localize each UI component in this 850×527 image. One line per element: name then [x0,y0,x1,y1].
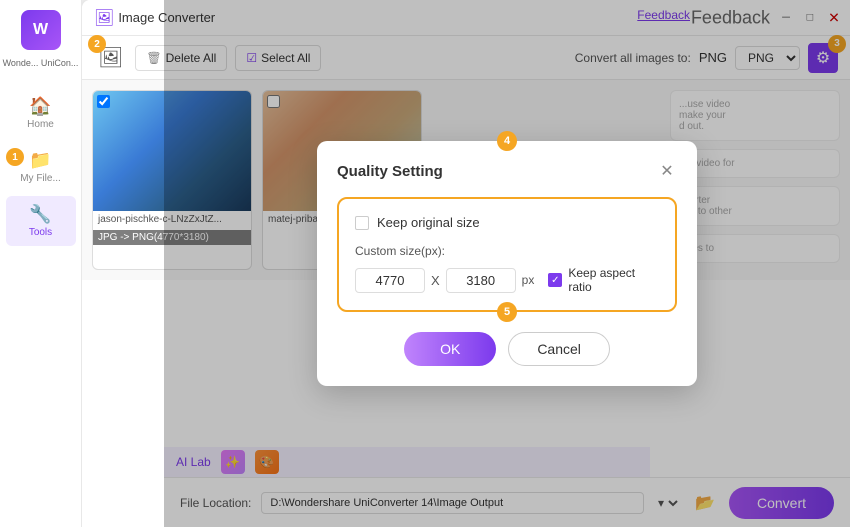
app-logo: W [21,10,61,50]
app-name: Wonde... UniCon... [3,58,79,68]
width-input[interactable] [355,268,425,293]
size-inputs-row: X px Keep aspect ratio [355,266,659,294]
tools-icon: 🔧 [29,204,51,225]
step-badge-5: 5 [497,302,517,322]
image-checkbox-1[interactable] [97,95,110,108]
x-separator: X [431,273,440,288]
keep-original-row: Keep original size [355,215,659,230]
height-input[interactable] [446,268,516,293]
aspect-ratio-row: Keep aspect ratio [548,266,659,294]
files-icon: 📁 [29,150,51,171]
app-window: 🖼 Image Converter Feedback ─ □ ✕ Feedbac… [82,0,850,527]
keep-original-label: Keep original size [377,215,480,230]
sidebar-item-myfiles-label: My File... [20,173,61,184]
keep-original-checkbox[interactable] [355,216,369,230]
modal-close-button[interactable]: ✕ [657,161,677,181]
home-icon: 🏠 [29,96,51,117]
ok-button[interactable]: OK [404,332,496,366]
sidebar-item-tools[interactable]: 🔧 Tools [6,196,76,246]
sidebar: W Wonde... UniCon... 🏠 Home 📁 My File...… [0,0,82,527]
quality-setting-modal: 4 Quality Setting ✕ Keep original size C… [317,141,697,386]
image-converter-icon: 🖼 [94,8,114,28]
px-unit: px [522,273,535,287]
add-button-wrapper: 🖼 2 [94,41,127,74]
modal-footer: 5 OK Cancel [337,332,677,366]
modal-overlay: 4 Quality Setting ✕ Keep original size C… [164,0,850,527]
modal-title-bar: Quality Setting ✕ [337,161,677,181]
cancel-button[interactable]: Cancel [508,332,610,366]
modal-content-box: Keep original size Custom size(px): X px… [337,197,677,312]
sidebar-item-tools-label: Tools [29,227,52,238]
sidebar-item-home-label: Home [27,119,54,130]
keep-aspect-checkbox[interactable] [548,273,562,287]
modal-title: Quality Setting [337,163,443,180]
step-badge-4: 4 [497,131,517,151]
sidebar-item-home[interactable]: 🏠 Home [6,88,76,138]
custom-size-label: Custom size(px): [355,244,659,258]
step-badge-2: 2 [88,35,106,53]
step-badge-1: 1 [6,148,24,166]
delete-icon: 🗑 [146,51,161,65]
keep-aspect-label: Keep aspect ratio [568,266,659,294]
